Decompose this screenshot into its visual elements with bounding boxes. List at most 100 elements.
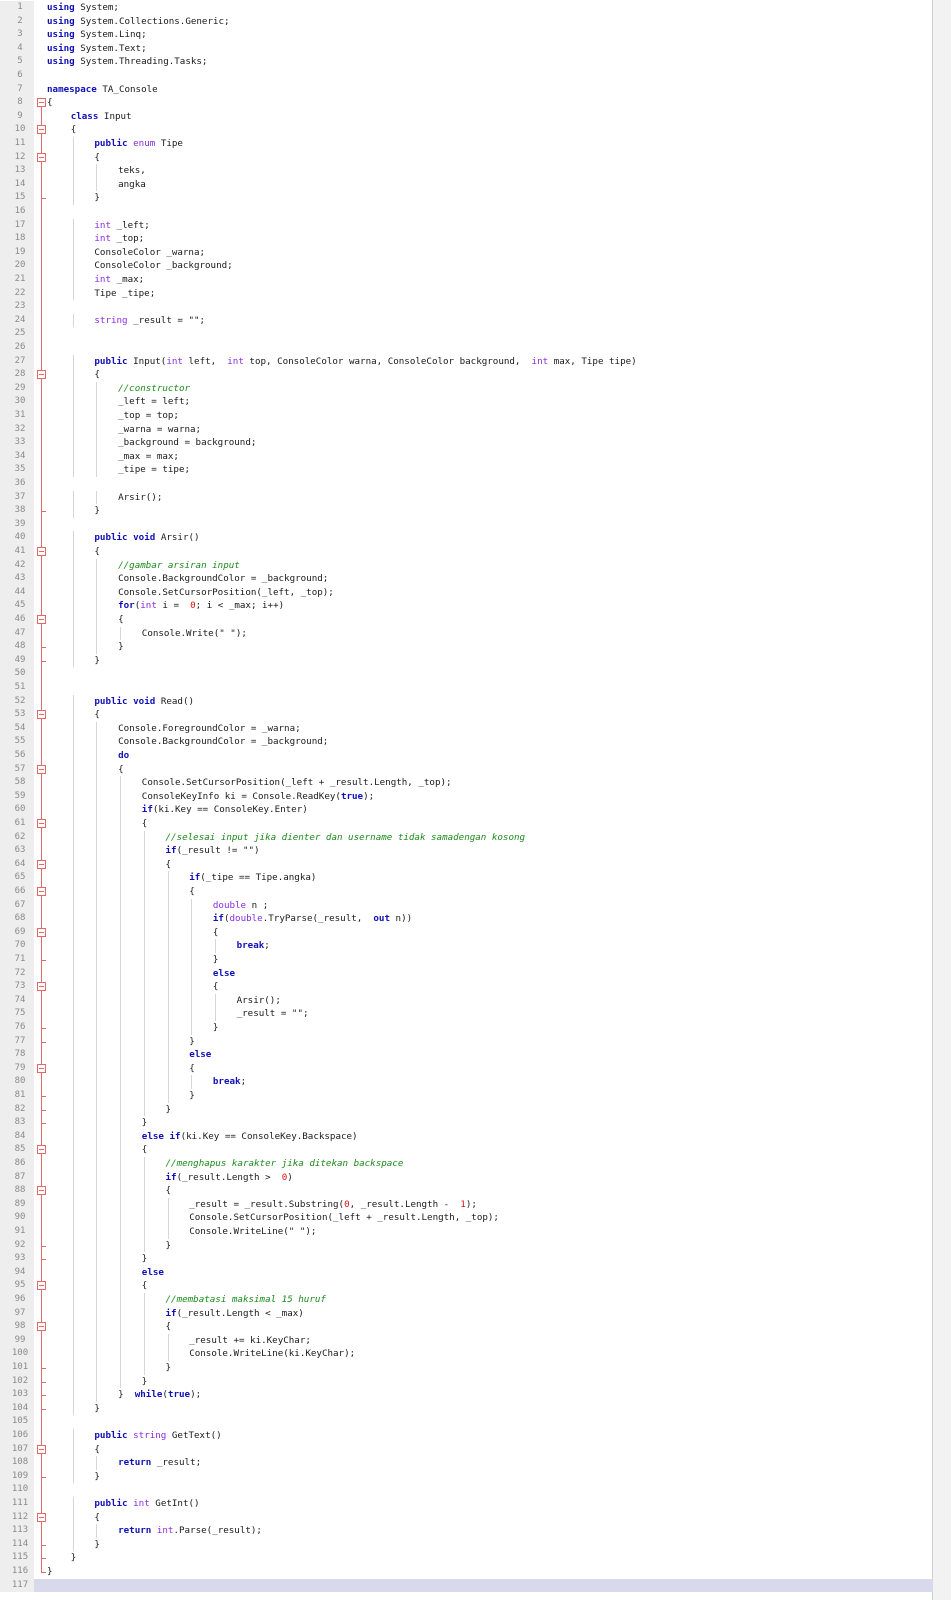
code-line[interactable]: 37 Arsir();: [0, 490, 933, 505]
code-line[interactable]: 61 {: [0, 817, 933, 831]
code-line[interactable]: 87 if(_result.Length > 0): [0, 1170, 933, 1185]
fold-collapse-icon[interactable]: [37, 708, 46, 722]
fold-collapse-icon[interactable]: [37, 545, 46, 559]
code-line[interactable]: 74 Arsir();: [0, 993, 933, 1008]
code-line[interactable]: 106 public string GetText(): [0, 1429, 933, 1443]
fold-collapse-icon[interactable]: [37, 96, 46, 110]
code-line[interactable]: 55 Console.BackgroundColor = _background;: [0, 735, 933, 749]
code-line[interactable]: 66 {: [0, 885, 933, 899]
code-line[interactable]: 101}: [0, 1361, 933, 1375]
code-line[interactable]: 54 Console.ForegroundColor = _warna;: [0, 721, 933, 736]
code-line[interactable]: 27 public Input(int left, int top, Consol…: [0, 354, 933, 369]
code-line[interactable]: 14 angka: [0, 177, 933, 192]
fold-collapse-icon[interactable]: [37, 150, 46, 165]
code-line[interactable]: 50: [0, 667, 933, 681]
code-line[interactable]: 2 using System.Collections.Generic;: [0, 14, 933, 29]
code-line[interactable]: 51: [0, 681, 933, 695]
code-line[interactable]: 85 {: [0, 1143, 933, 1157]
code-line[interactable]: 35 _tipe = tipe;: [0, 463, 933, 477]
code-line[interactable]: 102}: [0, 1374, 933, 1389]
code-line[interactable]: 22 Tipe _tipe;: [0, 286, 933, 301]
code-line[interactable]: 111 public int GetInt(): [0, 1497, 933, 1511]
code-line[interactable]: 10 {: [0, 123, 933, 137]
code-line[interactable]: 39: [0, 517, 933, 532]
code-line[interactable]: 75 _result = "";: [0, 1007, 933, 1021]
code-line[interactable]: 13 teks,: [0, 164, 933, 178]
code-line[interactable]: 79 {: [0, 1061, 933, 1076]
fold-collapse-icon[interactable]: [37, 925, 46, 940]
code-line[interactable]: 6: [0, 69, 933, 83]
code-line[interactable]: 49}: [0, 653, 933, 668]
code-line[interactable]: 97 if(_result.Length < _max): [0, 1306, 933, 1321]
code-line[interactable]: 114}: [0, 1537, 933, 1552]
fold-collapse-icon[interactable]: [37, 857, 46, 872]
code-line[interactable]: 96 //membatasi maksimal 15 huruf: [0, 1293, 933, 1307]
code-line[interactable]: 113 return int.Parse(_result);: [0, 1524, 933, 1538]
code-line[interactable]: 5 using System.Threading.Tasks;: [0, 55, 933, 69]
code-line[interactable]: 92}: [0, 1238, 933, 1253]
fold-collapse-icon[interactable]: [37, 368, 46, 382]
code-line[interactable]: 11 public enum Tipe: [0, 137, 933, 151]
code-line[interactable]: 38}: [0, 504, 933, 518]
code-line[interactable]: 36: [0, 477, 933, 491]
code-line[interactable]: 76}: [0, 1021, 933, 1035]
code-line[interactable]: 90 Console.SetCursorPosition(_left + _res…: [0, 1211, 933, 1225]
fold-collapse-icon[interactable]: [37, 1184, 46, 1198]
code-line[interactable]: 103} while(true);: [0, 1388, 933, 1402]
code-line[interactable]: 25: [0, 327, 933, 341]
code-line[interactable]: 48}: [0, 640, 933, 654]
code-line[interactable]: 91 Console.WriteLine(" ");: [0, 1225, 933, 1239]
fold-collapse-icon[interactable]: [37, 762, 46, 777]
code-line[interactable]: 19 ConsoleColor _warna;: [0, 245, 933, 260]
code-line[interactable]: 100 Console.WriteLine(ki.KeyChar);: [0, 1347, 933, 1361]
code-line[interactable]: 78 else: [0, 1048, 933, 1062]
fold-collapse-icon[interactable]: [37, 1320, 46, 1334]
code-line[interactable]: 16: [0, 205, 933, 219]
code-line[interactable]: 21 int _max;: [0, 273, 933, 287]
code-line[interactable]: 23: [0, 300, 933, 314]
code-line[interactable]: 112 {: [0, 1510, 933, 1525]
code-line[interactable]: 94 else: [0, 1265, 933, 1280]
fold-collapse-icon[interactable]: [37, 885, 46, 899]
code-line[interactable]: 84 else if(ki.Key == ConsoleKey.Backspace…: [0, 1129, 933, 1144]
vertical-scrollbar[interactable]: [932, 0, 951, 1600]
code-line[interactable]: 64 {: [0, 857, 933, 872]
code-line[interactable]: 24 string _result = "";: [0, 313, 933, 328]
code-line[interactable]: 44 Console.SetCursorPosition(_left, _top)…: [0, 585, 933, 600]
code-line[interactable]: 67 double n ;: [0, 898, 933, 913]
code-line[interactable]: 89 _result = _result.Substring(0, _result…: [0, 1197, 933, 1212]
code-line[interactable]: 57 {: [0, 762, 933, 777]
code-line[interactable]: 98 {: [0, 1320, 933, 1334]
code-line[interactable]: 58 Console.SetCursorPosition(_left + _res…: [0, 776, 933, 790]
code-line[interactable]: 109}: [0, 1469, 933, 1484]
code-line[interactable]: 115}: [0, 1551, 933, 1565]
code-line[interactable]: 104}: [0, 1401, 933, 1416]
code-line[interactable]: 46 {: [0, 613, 933, 627]
fold-collapse-icon[interactable]: [37, 817, 46, 831]
code-line[interactable]: 47 Console.Write(" ");: [0, 626, 933, 641]
code-line[interactable]: 83}: [0, 1116, 933, 1130]
code-line[interactable]: 65 if(_tipe == Tipe.angka): [0, 871, 933, 885]
fold-collapse-icon[interactable]: [37, 123, 46, 137]
code-line[interactable]: 29 //constructor: [0, 381, 933, 396]
code-line[interactable]: 107 {: [0, 1442, 933, 1457]
code-line[interactable]: 30 _left = left;: [0, 395, 933, 409]
code-line[interactable]: 18 int _top;: [0, 232, 933, 246]
code-line[interactable]: 40 public void Arsir(): [0, 531, 933, 545]
code-editor[interactable]: 1 using System; 2 using System.Collections.…: [0, 0, 951, 1600]
code-line[interactable]: 3 using System.Linq;: [0, 28, 933, 42]
code-line[interactable]: 68 if(double.TryParse(_result, out n)): [0, 912, 933, 926]
code-line[interactable]: 86 //menghapus karakter jika ditekan back…: [0, 1157, 933, 1171]
fold-collapse-icon[interactable]: [37, 613, 46, 627]
fold-collapse-icon[interactable]: [37, 1442, 46, 1457]
code-line[interactable]: 60 if(ki.Key == ConsoleKey.Enter): [0, 803, 933, 817]
code-line[interactable]: 108 return _result;: [0, 1456, 933, 1470]
code-line[interactable]: 53 {: [0, 708, 933, 722]
fold-collapse-icon[interactable]: [37, 980, 46, 994]
code-line[interactable]: 81}: [0, 1089, 933, 1103]
code-line[interactable]: 63 if(_result != ""): [0, 844, 933, 858]
code-line[interactable]: 1 using System;: [0, 1, 933, 15]
code-line[interactable]: 62 //selesai input jika dienter dan usern…: [0, 830, 933, 845]
code-line[interactable]: 56 do: [0, 749, 933, 763]
code-line[interactable]: 73 {: [0, 980, 933, 994]
